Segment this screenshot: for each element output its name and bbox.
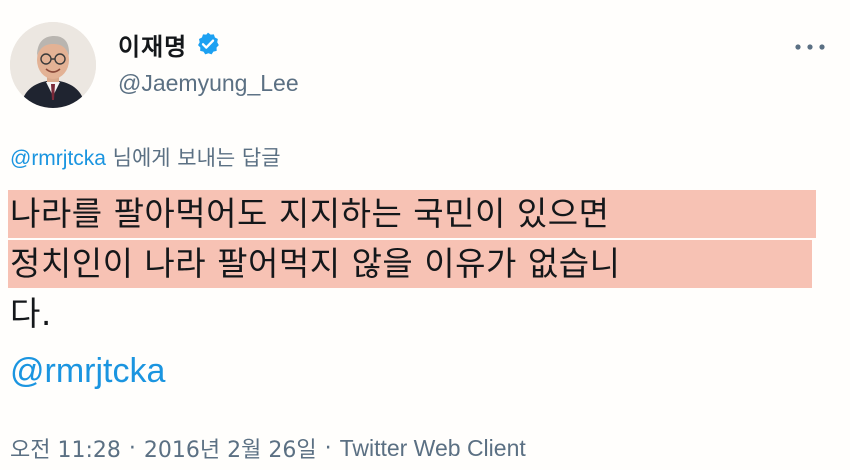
tweet-card: 이재명 @Jaemyung_Lee @rmrjtcka 님에게 보내는 답글 나… [0, 0, 850, 470]
verified-badge-icon [195, 31, 221, 57]
reply-suffix-text: 님에게 보내는 답글 [105, 146, 281, 170]
meta-separator: · [324, 435, 332, 461]
tweet-mention-link[interactable]: @rmrjtcka [10, 352, 165, 391]
tweet-metadata: 오전 11:28 · 2016년 2월 26일 · Twitter Web Cl… [10, 432, 526, 464]
replying-to-line: @rmrjtcka 님에게 보내는 답글 [10, 142, 281, 172]
tweet-date[interactable]: 2016년 2월 26일 [144, 432, 317, 464]
more-options-button[interactable] [788, 30, 832, 64]
author-handle[interactable]: @Jaemyung_Lee [118, 70, 299, 97]
author-name-row: 이재명 [118, 26, 221, 62]
tweet-text-line: 정치인이 나라 팔어먹지 않을 이유가 없습니 [8, 240, 812, 288]
profile-photo [10, 22, 96, 108]
display-name[interactable]: 이재명 [118, 27, 187, 62]
meta-separator: · [128, 435, 136, 461]
tweet-text-line: 다. [10, 294, 52, 333]
tweet-source-link[interactable]: Twitter Web Client [340, 435, 526, 462]
tweet-text-line: 나라를 팔아먹어도 지지하는 국민이 있으면 [8, 190, 816, 238]
avatar[interactable] [10, 22, 96, 108]
tweet-time[interactable]: 오전 11:28 [10, 432, 121, 464]
reply-mention-link[interactable]: @rmrjtcka [10, 147, 106, 170]
more-options-icon [795, 44, 825, 50]
tweet-text: 나라를 팔아먹어도 지지하는 국민이 있으면 정치인이 나라 팔어먹지 않을 이… [8, 190, 828, 338]
